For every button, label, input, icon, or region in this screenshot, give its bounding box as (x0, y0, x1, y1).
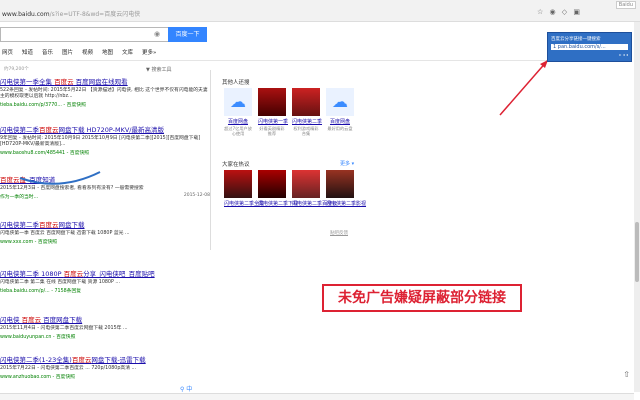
extension-popup[interactable]: 百度云分享链接一键搜索 1 pan.baidu.com/s/... ▸ ◂ ◂ (547, 32, 632, 62)
card-name: 闪电侠第二季影视 (326, 201, 367, 207)
poster-image (258, 88, 286, 116)
tab-video[interactable]: 视频 (82, 48, 93, 56)
poster-image (224, 170, 252, 198)
result-item: 闪电侠第二季(1-23全集)百度云网盘下载-迅雷下载 2015年7月22日 - … (0, 354, 210, 380)
result-item: 闪电侠第一季全集 百度云 百度网盘在线观看 522条回复 - 发帖时间: 201… (0, 76, 210, 108)
poster-image (292, 88, 320, 116)
related-heading: 其他人还搜 (222, 80, 250, 86)
related-card[interactable]: 闪电侠第一季 好看英剧精彩推荐 (258, 88, 289, 136)
result-url[interactable]: www.xxx.com - 百度快照 (0, 238, 210, 245)
tab-map[interactable]: 地图 (102, 48, 113, 56)
tab-zhidao[interactable]: 知道 (22, 48, 33, 56)
result-title[interactable]: 闪电侠第二季百度云网盘下载 HD720P-MKV/最新高清版 (0, 124, 210, 134)
poster-image (258, 170, 286, 198)
poster-image (292, 170, 320, 198)
cloud-icon: ☁ (224, 88, 252, 116)
result-item: 闪电侠 百度云 百度网盘下载 2015年11月4日 - 闪电侠第二季百度云网盘下… (0, 314, 210, 340)
hot-heading: 大家在热议 (222, 162, 250, 168)
related-card[interactable]: ☁ 百度网盘 最好用的云盘 (326, 88, 354, 131)
result-url[interactable]: www.baiduyunpan.cn - 百度快照 (0, 333, 210, 340)
feedback-link[interactable]: 贴吧反馈 (330, 230, 348, 236)
browser-toolbar: www.baidu.com/s?ie=UTF-8&wd=百度云闪电侠 ☆ ◉ ◇… (0, 0, 640, 22)
card-name: 百度网盘 (329, 119, 350, 125)
search-input[interactable] (0, 27, 168, 42)
card-name: 闪电侠第二季 (292, 119, 323, 125)
result-date: 2015-12-08 (183, 193, 210, 199)
search-tools-link[interactable]: ▼ 搜索工具 (146, 66, 171, 73)
related-card[interactable]: 闪电侠第二季 权利游戏精彩合集 (292, 88, 323, 136)
result-url[interactable]: www.anzhuobao.com - 百度快照 (0, 373, 210, 380)
result-title[interactable]: 闪电侠第二季(1-23全集)百度云网盘下载-迅雷下载 (0, 354, 210, 364)
popup-link[interactable]: 1 pan.baidu.com/s/... (551, 44, 628, 50)
card-name: 闪电侠第一季 (258, 119, 289, 125)
vertical-scrollbar[interactable] (634, 22, 640, 392)
annotation-box: 未免广告嫌疑屏蔽部分链接 (322, 284, 522, 312)
extension-icons[interactable]: ☆ ◉ ◇ ▣ (537, 8, 582, 16)
card-name: 百度网盘 (227, 119, 248, 125)
popup-arrow (499, 59, 549, 116)
result-url[interactable]: tieba.baidu.com/p/... - 7158条回复 (0, 287, 210, 294)
scroll-thumb[interactable] (635, 222, 639, 282)
card-sub: 最好用的云盘 (327, 126, 353, 131)
more-link[interactable]: 更多 ▾ (340, 160, 354, 167)
filter-icon: ▼ (146, 67, 150, 73)
hot-card[interactable]: 闪电侠第二季影视 (326, 170, 367, 207)
result-title[interactable]: 闪电侠第二季百度云网盘下载 (0, 219, 210, 229)
search-button[interactable]: 百度一下 (168, 27, 207, 42)
tab-music[interactable]: 音乐 (42, 48, 53, 56)
result-title[interactable]: 闪电侠 百度云 百度网盘下载 (0, 314, 210, 324)
hot-card[interactable]: 闪电侠第二季全集 (224, 170, 265, 207)
result-desc: 2015年7月22日 - 闪电侠第二季百度云 ... 720p/1080p高清 … (0, 366, 137, 371)
url-rest: /s?ie=UTF-8&wd=百度云闪电侠 (49, 11, 141, 18)
result-title[interactable]: 闪电侠第二季 1080P 百度云分享_闪电侠吧_百度贴吧 (0, 268, 210, 278)
nav-divider (0, 60, 560, 61)
tab-wenku[interactable]: 文库 (122, 48, 133, 56)
back-to-top-icon[interactable]: ⇧ (623, 370, 630, 379)
related-card[interactable]: ☁ 百度网盘 超过7亿用户放心使用 (224, 88, 252, 136)
result-desc: 闪电侠第一季 百度云 百度网盘下载 迅雷下载 1080P 蓝光 ... (0, 231, 130, 236)
card-name: 闪电侠第二季百度云 (292, 201, 338, 207)
column-divider (210, 70, 211, 250)
browser-badge: Baidu (615, 1, 636, 9)
status-bar (0, 393, 634, 400)
cloud-icon: ☁ (326, 88, 354, 116)
camera-icon[interactable]: ◉ (154, 30, 160, 38)
search-row: ◉ 百度一下 (0, 22, 640, 46)
result-count: 约79,200个 (4, 67, 29, 72)
result-title[interactable]: 闪电侠第一季全集 百度云 百度网盘在线观看 (0, 76, 210, 86)
result-item: 闪电侠第二季百度云网盘下载 闪电侠第一季 百度云 百度网盘下载 迅雷下载 108… (0, 219, 210, 245)
result-desc: 闪电侠第二季 第二集 在线 百度网盘下载 资源 1080P ... (0, 280, 120, 285)
result-desc: 2015年11月4日 - 闪电侠第二季百度云网盘下载 2015年 ... (0, 326, 128, 331)
popup-footer: ▸ ◂ ◂ (619, 52, 628, 57)
result-url[interactable]: www.baoshu8.com/485441 - 百度快照 (0, 149, 210, 156)
card-sub: 权利游戏精彩合集 (293, 126, 319, 136)
result-url[interactable]: 作为一季的当时... 2015-12-08 (0, 193, 210, 200)
result-item: 闪电侠第二季 1080P 百度云分享_闪电侠吧_百度贴吧 闪电侠第二季 第二集 … (0, 268, 210, 294)
hot-card[interactable]: 闪电侠第二季百度云 (292, 170, 338, 207)
card-sub: 超过7亿用户放心使用 (224, 126, 252, 136)
result-item: 闪电侠第二季百度云网盘下载 HD720P-MKV/最新高清版 9年回复 - 发帖… (0, 124, 210, 156)
search-tools-label: 搜索工具 (151, 67, 172, 73)
card-name: 闪电侠第二季下载 (258, 201, 299, 207)
chevron-down-icon: ▾ (351, 161, 355, 167)
result-url[interactable]: tieba.baidu.com/p/3770... - 百度快照 (0, 101, 210, 108)
url-host: www.baidu.com (2, 11, 50, 18)
tab-images[interactable]: 图片 (62, 48, 73, 56)
lang-toggle[interactable]: ⚲ 中 (180, 384, 192, 393)
address-bar[interactable]: www.baidu.com/s?ie=UTF-8&wd=百度云闪电侠 (2, 9, 140, 18)
result-desc: 9年回复 - 发帖时间: 2015年10月9日 2015年10月9日 [闪电侠第… (0, 136, 201, 148)
result-item: 百度云盘_百度知道 2015年12月3日 - 百度网盘搜索者, 看看系列有没有?… (0, 174, 210, 200)
tab-web[interactable]: 网页 (2, 48, 13, 56)
hot-card[interactable]: 闪电侠第二季下载 (258, 170, 299, 207)
tab-more[interactable]: 更多» (142, 48, 156, 56)
card-sub: 好看英剧精彩推荐 (259, 126, 285, 136)
popup-title: 百度云分享链接一键搜索 (551, 37, 601, 42)
poster-image (326, 170, 354, 198)
result-desc: 522条回复 - 发帖时间: 2015年5月22日 【资源描述】闪电侠, 相比 … (0, 88, 208, 100)
result-title[interactable]: 百度云盘_百度知道 (0, 174, 210, 184)
card-name: 闪电侠第二季全集 (224, 201, 265, 207)
result-desc: 2015年12月3日 - 百度网盘搜索者, 看看系列有没有? 一般需要搜索 (0, 186, 144, 191)
